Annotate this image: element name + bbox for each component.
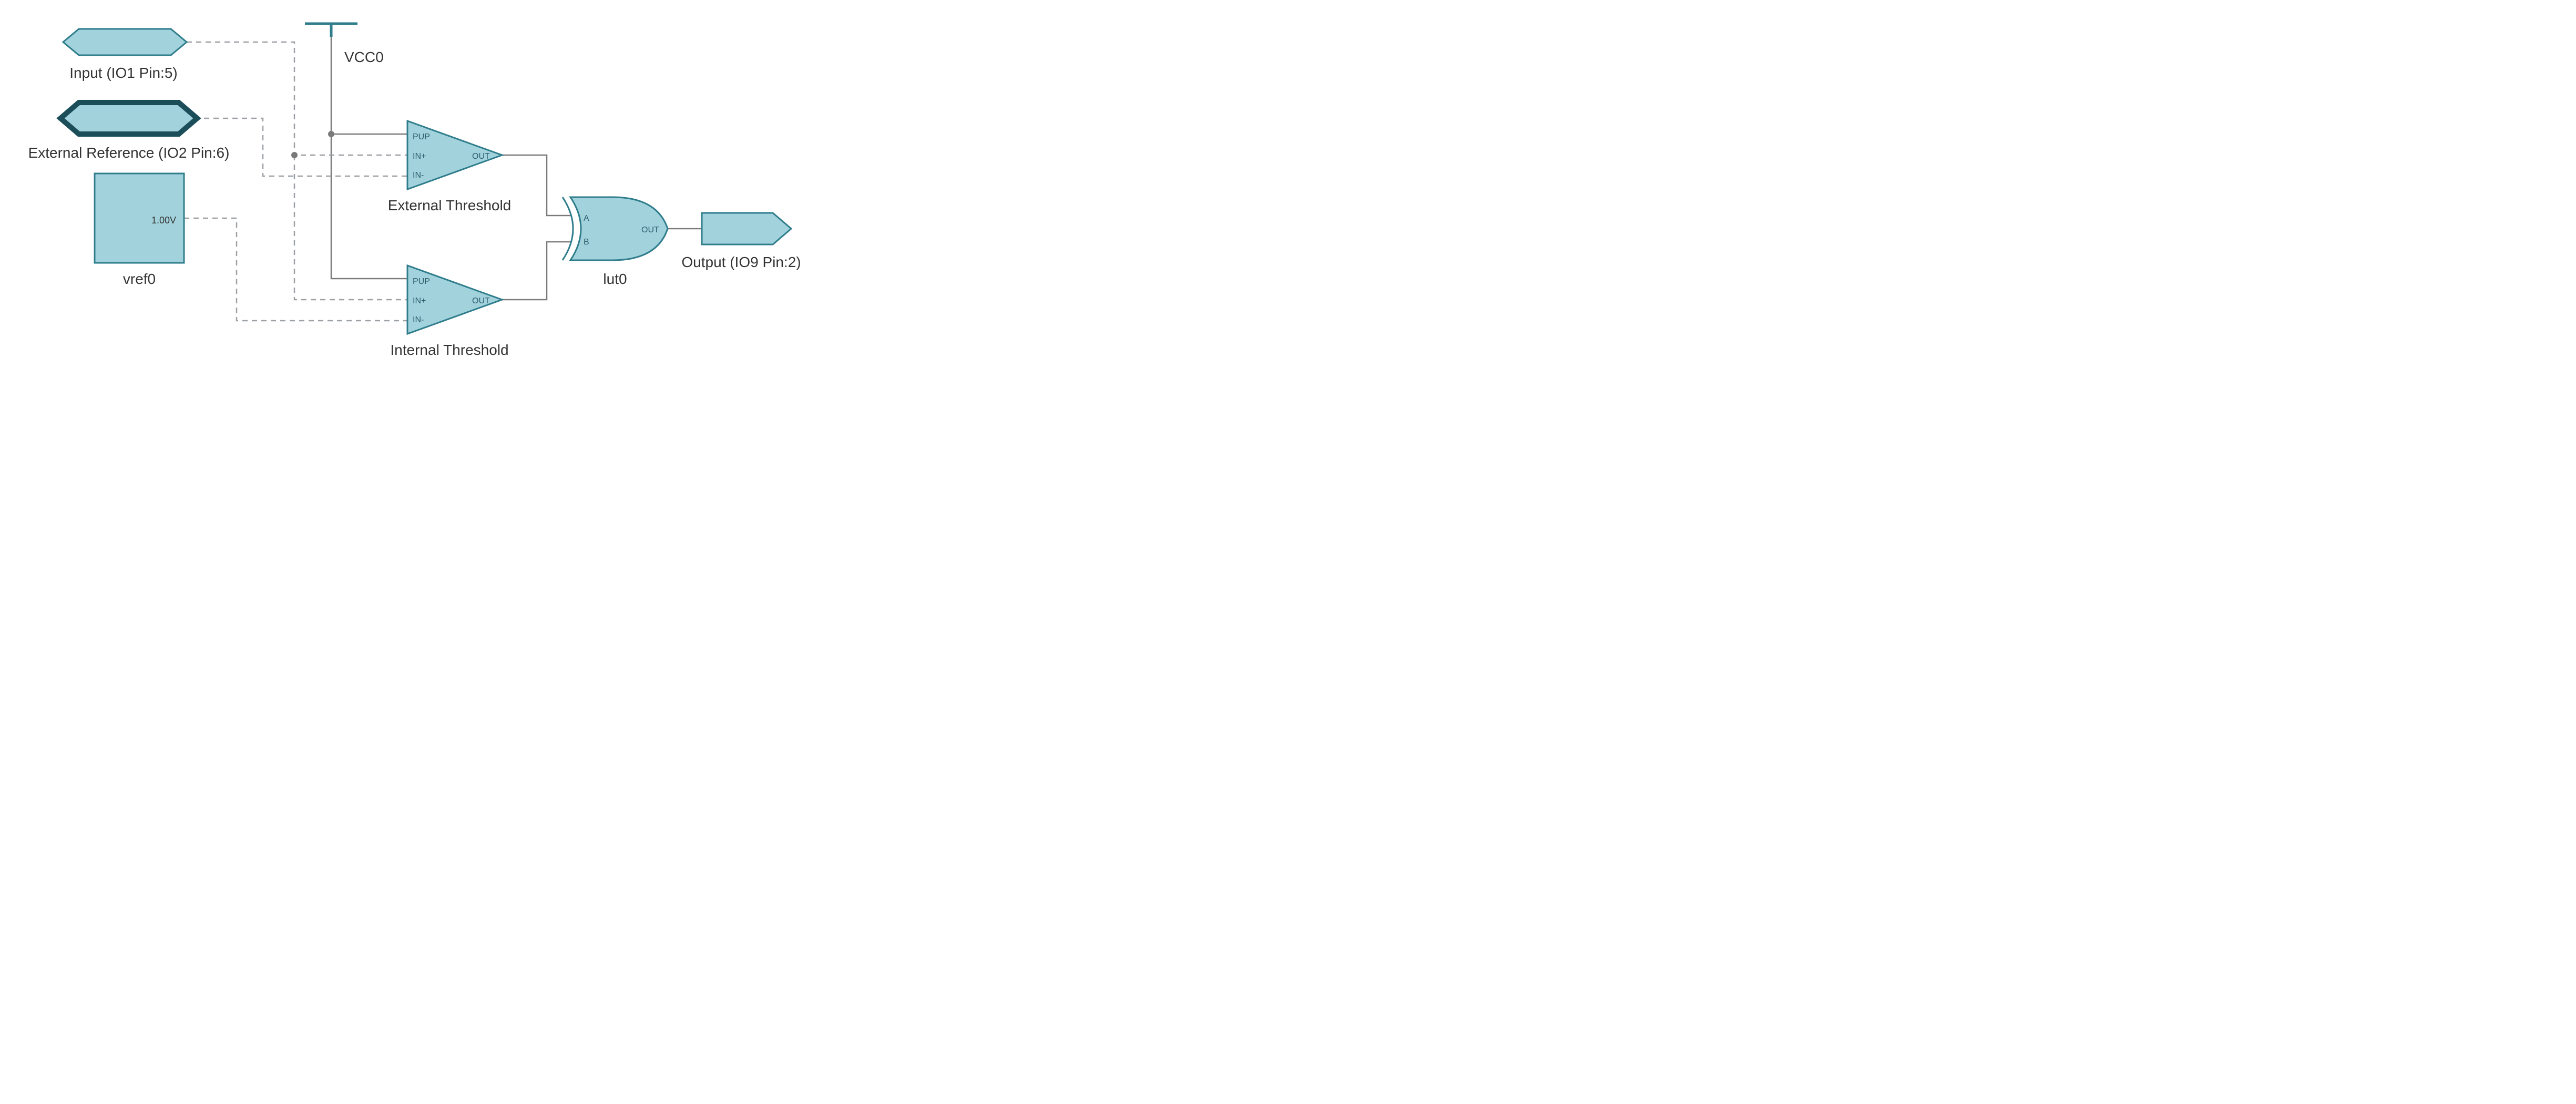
comp2-pin-pup: PUP xyxy=(413,277,430,286)
output-port[interactable] xyxy=(702,213,791,244)
vcc-label: VCC0 xyxy=(344,49,384,65)
comparator-external-label: External Threshold xyxy=(388,197,512,213)
vref-value: 1.00V xyxy=(151,215,176,226)
input-port-label: Input (IO1 Pin:5) xyxy=(69,65,177,81)
lut-gate[interactable]: A B OUT xyxy=(563,197,668,260)
wire-vref-to-comp2-inn xyxy=(184,218,407,321)
extref-port[interactable] xyxy=(60,103,197,134)
input-port[interactable] xyxy=(63,29,187,55)
comp2-pin-out: OUT xyxy=(472,297,490,305)
circuit-diagram: Input (IO1 Pin:5) External Reference (IO… xyxy=(0,0,825,357)
junction-vcc xyxy=(328,131,334,137)
comparator-external[interactable]: PUP IN+ IN- OUT xyxy=(407,121,502,189)
vref-block[interactable]: 1.00V xyxy=(95,173,184,263)
output-port-label: Output (IO9 Pin:2) xyxy=(681,254,801,270)
comp1-pin-out: OUT xyxy=(472,152,490,161)
wire-comp2-to-lut-b xyxy=(497,242,570,300)
extref-port-label: External Reference (IO2 Pin:6) xyxy=(28,145,230,161)
lut-pin-out: OUT xyxy=(641,226,659,234)
comparator-internal-label: Internal Threshold xyxy=(390,342,508,357)
lut-label: lut0 xyxy=(603,271,627,287)
comp1-pin-inp: IN+ xyxy=(413,152,426,161)
comp2-pin-inn: IN- xyxy=(413,315,424,324)
lut-pin-b: B xyxy=(584,238,589,247)
comp2-pin-inp: IN+ xyxy=(413,297,426,305)
vref-label: vref0 xyxy=(123,271,156,287)
junction-input xyxy=(291,152,298,158)
vcc-symbol xyxy=(305,24,357,37)
comparator-internal[interactable]: PUP IN+ IN- OUT xyxy=(407,265,502,334)
comp1-pin-pup: PUP xyxy=(413,132,430,141)
lut-pin-a: A xyxy=(584,214,589,223)
comp1-pin-inn: IN- xyxy=(413,171,424,180)
